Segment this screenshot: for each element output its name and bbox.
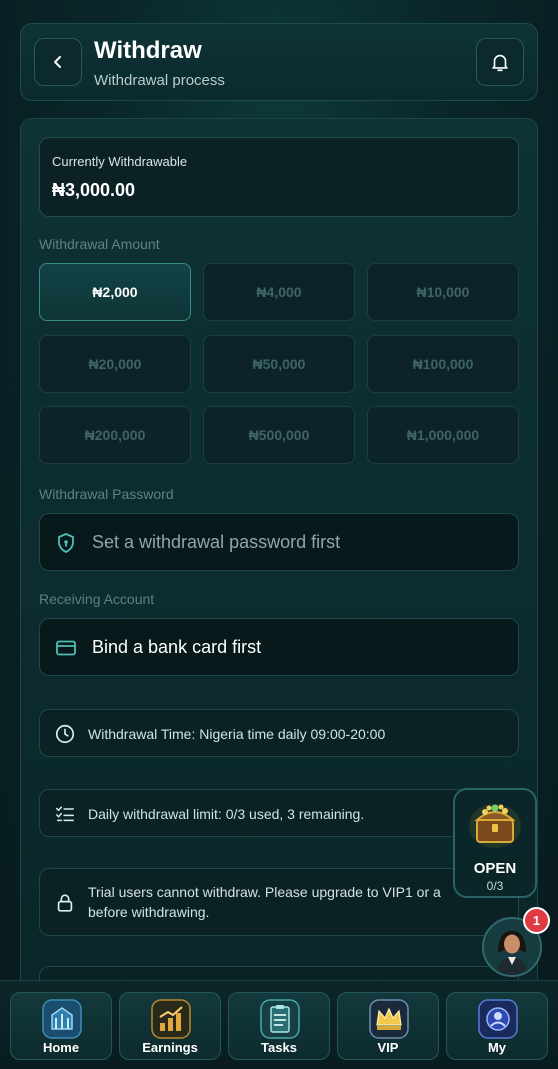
tab-my-label: My: [487, 1040, 507, 1055]
home-building-icon: [42, 999, 82, 1039]
treasure-chest-icon: [469, 804, 521, 848]
tasks-clipboard-icon: [260, 999, 300, 1039]
amount-option-500000[interactable]: ₦500,000: [203, 406, 355, 464]
back-button[interactable]: [34, 38, 82, 86]
amount-option-20000[interactable]: ₦20,000: [39, 335, 191, 393]
header-bar: Withdraw Withdrawal process: [20, 23, 538, 101]
account-value: Bind a bank card first: [92, 637, 262, 657]
lock-icon: [57, 894, 73, 912]
balance-label: Currently Withdrawable: [52, 154, 188, 169]
tab-my[interactable]: My: [446, 992, 548, 1060]
vip-crown-icon: [369, 999, 409, 1039]
bottom-tab-bar: Home Earnings Tasks VIP My: [0, 980, 558, 1069]
password-section-label: Withdrawal Password: [39, 486, 174, 502]
amount-option-2000[interactable]: ₦2,000: [39, 263, 191, 321]
shield-lock-icon: [58, 533, 74, 553]
trial-restriction-line1: Trial users cannot withdraw. Please upgr…: [88, 884, 441, 900]
amount-option-4000[interactable]: ₦4,000: [203, 263, 355, 321]
trial-restriction-info: Trial users cannot withdraw. Please upgr…: [39, 868, 519, 936]
amount-option-10000[interactable]: ₦10,000: [367, 263, 519, 321]
tab-home-label: Home: [42, 1040, 80, 1055]
chevron-left-icon: [54, 56, 61, 68]
amount-option-50000[interactable]: ₦50,000: [203, 335, 355, 393]
account-section-label: Receiving Account: [39, 591, 155, 607]
my-profile-icon: [478, 999, 518, 1039]
daily-limit-info: Daily withdrawal limit: 0/3 used, 3 rema…: [39, 789, 519, 837]
earnings-chart-icon: [151, 999, 191, 1039]
bell-icon: [492, 54, 508, 72]
tab-earnings[interactable]: Earnings: [119, 992, 221, 1060]
notification-button[interactable]: [476, 38, 524, 86]
balance-value: ₦3,000.00: [52, 180, 136, 200]
tab-tasks-label: Tasks: [261, 1040, 297, 1055]
tab-vip-label: VIP: [377, 1040, 399, 1055]
chest-count: 0/3: [486, 879, 504, 893]
tab-tasks[interactable]: Tasks: [228, 992, 330, 1060]
tab-vip[interactable]: VIP: [337, 992, 439, 1060]
amount-option-1000000[interactable]: ₦1,000,000: [367, 406, 519, 464]
password-placeholder: Set a withdrawal password first: [92, 532, 341, 552]
withdrawal-time-info: Withdrawal Time: Nigeria time daily 09:0…: [39, 709, 519, 757]
daily-limit-text: Daily withdrawal limit: 0/3 used, 3 rema…: [88, 806, 365, 822]
tab-home[interactable]: Home: [10, 992, 112, 1060]
balance-card: Currently Withdrawable ₦3,000.00: [39, 137, 519, 217]
amount-section-label: Withdrawal Amount: [39, 236, 160, 252]
bank-card-icon: [56, 640, 76, 656]
notification-count-badge: 1: [523, 907, 550, 934]
page-subtitle: Withdrawal process: [94, 72, 225, 89]
treasure-chest-widget[interactable]: OPEN 0/3: [453, 788, 537, 898]
amount-option-100000[interactable]: ₦100,000: [367, 335, 519, 393]
receiving-account-field[interactable]: Bind a bank card first: [39, 618, 519, 676]
checklist-icon: [56, 806, 74, 822]
page-title: Withdraw: [94, 37, 202, 64]
clock-icon: [55, 724, 75, 744]
withdrawal-time-text: Withdrawal Time: Nigeria time daily 09:0…: [88, 726, 386, 742]
chest-open-label: OPEN: [473, 860, 517, 877]
amount-option-200000[interactable]: ₦200,000: [39, 406, 191, 464]
trial-restriction-line2: before withdrawing.: [88, 904, 210, 920]
tab-earnings-label: Earnings: [142, 1040, 198, 1055]
withdrawal-password-field[interactable]: Set a withdrawal password first: [39, 513, 519, 571]
